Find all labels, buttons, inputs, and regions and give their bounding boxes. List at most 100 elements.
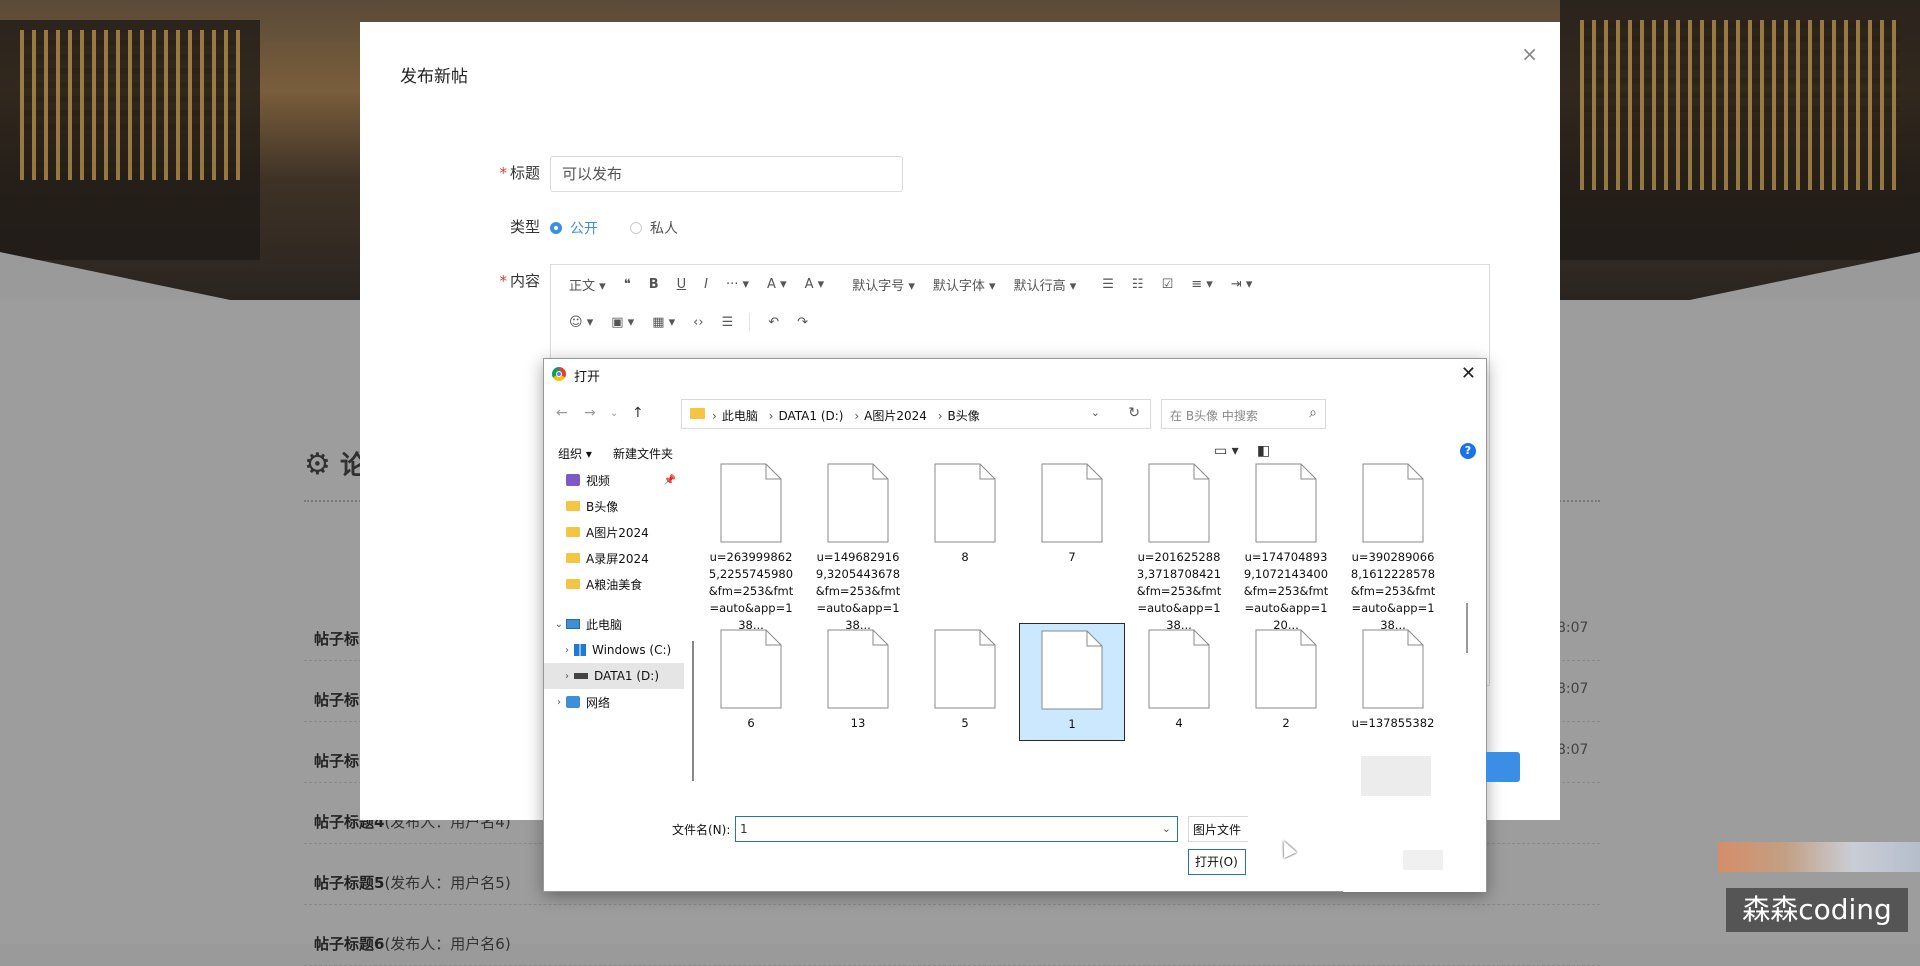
bold-icon[interactable]: B — [649, 277, 659, 292]
post-row[interactable]: 帖子标题6(发布人：用户名6) — [304, 905, 1600, 966]
post-time: 8:07 — [1557, 742, 1589, 758]
undo-icon[interactable]: ↶ — [768, 315, 779, 330]
close-icon[interactable]: × — [1521, 42, 1538, 66]
expand-chevron-icon[interactable]: › — [560, 645, 574, 656]
code-icon[interactable]: ‹› — [693, 315, 703, 330]
file-icon — [1148, 463, 1210, 543]
file-name: 2 — [1282, 716, 1290, 730]
file-name: 13 — [850, 716, 866, 730]
tree-item-network[interactable]: › 网络 — [544, 689, 684, 715]
post-title[interactable]: 帖子标题5(发布人：用户名5) — [314, 872, 511, 893]
breadcrumb-item[interactable]: 此电脑 — [722, 409, 758, 423]
post-title[interactable]: 帖子标 — [314, 689, 359, 710]
tree-item-drive-c[interactable]: › Windows (C:) — [544, 637, 684, 663]
file-item[interactable]: u=1496829169,3205443678&fm=253&fmt=auto&… — [815, 463, 901, 634]
file-item[interactable]: u=3902890668,1612228578&fm=253&fmt=auto&… — [1350, 463, 1436, 634]
drive-icon — [574, 673, 588, 679]
forward-arrow-icon[interactable]: → — [584, 405, 596, 421]
indent-icon[interactable]: ⇥ ▾ — [1231, 277, 1253, 292]
paragraph-style-dropdown[interactable]: 正文 ▾ — [569, 275, 606, 294]
file-item[interactable]: 5 — [922, 629, 1008, 732]
submit-button-partial[interactable] — [1480, 752, 1520, 782]
line-height-dropdown[interactable]: 默认行高 ▾ — [1014, 275, 1077, 294]
help-icon[interactable]: ? — [1460, 443, 1476, 459]
file-name: u=1747048939,1072143400&fm=253&fmt=auto&… — [1243, 550, 1329, 632]
more-icon[interactable]: ··· ▾ — [726, 277, 749, 292]
blurred-region — [1718, 842, 1920, 872]
bullet-list-icon[interactable]: ☰ — [1102, 277, 1114, 292]
quote-icon[interactable]: ❝ — [624, 277, 631, 292]
dialog-close-icon[interactable]: ✕ — [1461, 363, 1476, 384]
emoji-icon[interactable]: ☺ ▾ — [569, 315, 593, 330]
expand-chevron-icon[interactable]: › — [560, 671, 574, 682]
align-icon[interactable]: ≡ ▾ — [1191, 277, 1213, 292]
address-bar[interactable]: › 此电脑 › DATA1 (D:) › A图片2024 › B头像 ⌄ ↻ — [681, 399, 1151, 429]
breadcrumb-item[interactable]: A图片2024 — [864, 409, 927, 423]
tree-item-drive-d[interactable]: › DATA1 (D:) — [544, 663, 684, 689]
file-grid-scrollbar[interactable] — [1466, 603, 1468, 653]
file-item[interactable]: 4 — [1136, 629, 1222, 732]
filename-dropdown-icon[interactable]: ⌄ — [1162, 817, 1171, 841]
breadcrumb-item[interactable]: B头像 — [948, 409, 980, 423]
file-item[interactable]: 8 — [922, 463, 1008, 566]
tree-item-folder[interactable]: B头像 — [544, 493, 684, 519]
pin-icon: 📌 — [663, 474, 676, 486]
divider-icon[interactable]: ☰ — [722, 315, 734, 330]
tree-item-folder[interactable]: A粮油美食 — [544, 571, 684, 597]
font-size-dropdown[interactable]: 默认字号 ▾ — [852, 275, 915, 294]
address-dropdown-icon[interactable]: ⌄ — [1091, 406, 1100, 419]
view-options-icon[interactable]: ▭ ▾ — [1214, 443, 1239, 459]
file-item[interactable]: 13 — [815, 629, 901, 732]
expand-chevron-icon[interactable]: ⌄ — [552, 619, 566, 630]
preview-pane-icon[interactable]: ◧ — [1257, 443, 1270, 459]
filename-input[interactable]: 1 ⌄ — [735, 816, 1178, 842]
search-input[interactable]: 在 B头像 中搜索 ⌕ — [1161, 399, 1326, 429]
tree-item-folder[interactable]: A图片2024 — [544, 519, 684, 545]
command-bar: 组织 ▾ 新建文件夹 ▭ ▾ ◧ ? — [544, 439, 1486, 467]
radio-public[interactable]: 公开 — [550, 218, 598, 238]
file-item[interactable]: 2 — [1243, 629, 1329, 732]
redo-icon[interactable]: ↷ — [797, 315, 808, 330]
table-icon[interactable]: ▦ ▾ — [652, 315, 675, 330]
underline-icon[interactable]: U — [677, 277, 687, 292]
radio-private[interactable]: 私人 — [630, 218, 678, 238]
recent-chevron-icon[interactable]: ⌄ — [610, 408, 618, 419]
computer-icon — [566, 619, 580, 629]
font-family-dropdown[interactable]: 默认字体 ▾ — [933, 275, 996, 294]
file-item[interactable]: 6 — [708, 629, 794, 732]
file-item[interactable]: 7 — [1029, 463, 1115, 566]
filename-label: 文件名(N): — [672, 823, 731, 837]
organize-button[interactable]: 组织 ▾ — [558, 445, 592, 462]
file-item[interactable]: u=2016252883,3718708421&fm=253&fmt=auto&… — [1136, 463, 1222, 634]
italic-icon[interactable]: I — [704, 277, 708, 292]
tree-item-this-pc[interactable]: ⌄ 此电脑 — [544, 611, 684, 637]
dialog-titlebar: 打开 ✕ — [544, 359, 1486, 389]
numbered-list-icon[interactable]: ☷ — [1132, 277, 1144, 292]
font-color-icon[interactable]: A ▾ — [767, 277, 787, 292]
file-icon — [1041, 463, 1103, 543]
search-placeholder: 在 B头像 中搜索 — [1170, 409, 1258, 423]
post-title[interactable]: 帖子标 — [314, 628, 359, 649]
file-icon — [1255, 629, 1317, 709]
tree-item-folder[interactable]: A录屏2024 — [544, 545, 684, 571]
tree-item-videos[interactable]: 视频 📌 — [544, 467, 684, 493]
refresh-icon[interactable]: ↻ — [1128, 405, 1140, 421]
new-folder-button[interactable]: 新建文件夹 — [613, 445, 673, 462]
open-button[interactable]: 打开(O) — [1188, 849, 1246, 875]
filetype-select[interactable]: 图片文件 — [1188, 816, 1248, 842]
todo-icon[interactable]: ☑ — [1162, 277, 1174, 292]
file-name: u=1378553829, — [1351, 716, 1435, 730]
image-icon[interactable]: ▣ ▾ — [611, 315, 634, 330]
file-item[interactable]: u=1378553829, — [1350, 629, 1436, 732]
back-arrow-icon[interactable]: ← — [556, 405, 568, 421]
file-item[interactable]: u=2639998625,2255745980&fm=253&fmt=auto&… — [708, 463, 794, 634]
post-time: 8:07 — [1557, 681, 1589, 697]
file-item[interactable]: 1 — [1019, 623, 1125, 741]
title-input[interactable]: 可以发布 — [550, 156, 903, 192]
background-color-icon[interactable]: A ▾ — [805, 277, 825, 292]
expand-chevron-icon[interactable]: › — [552, 697, 566, 708]
breadcrumb-item[interactable]: DATA1 (D:) — [778, 409, 843, 423]
up-arrow-icon[interactable]: ↑ — [632, 405, 644, 421]
post-title[interactable]: 帖子标 — [314, 750, 359, 771]
file-item[interactable]: u=1747048939,1072143400&fm=253&fmt=auto&… — [1243, 463, 1329, 634]
